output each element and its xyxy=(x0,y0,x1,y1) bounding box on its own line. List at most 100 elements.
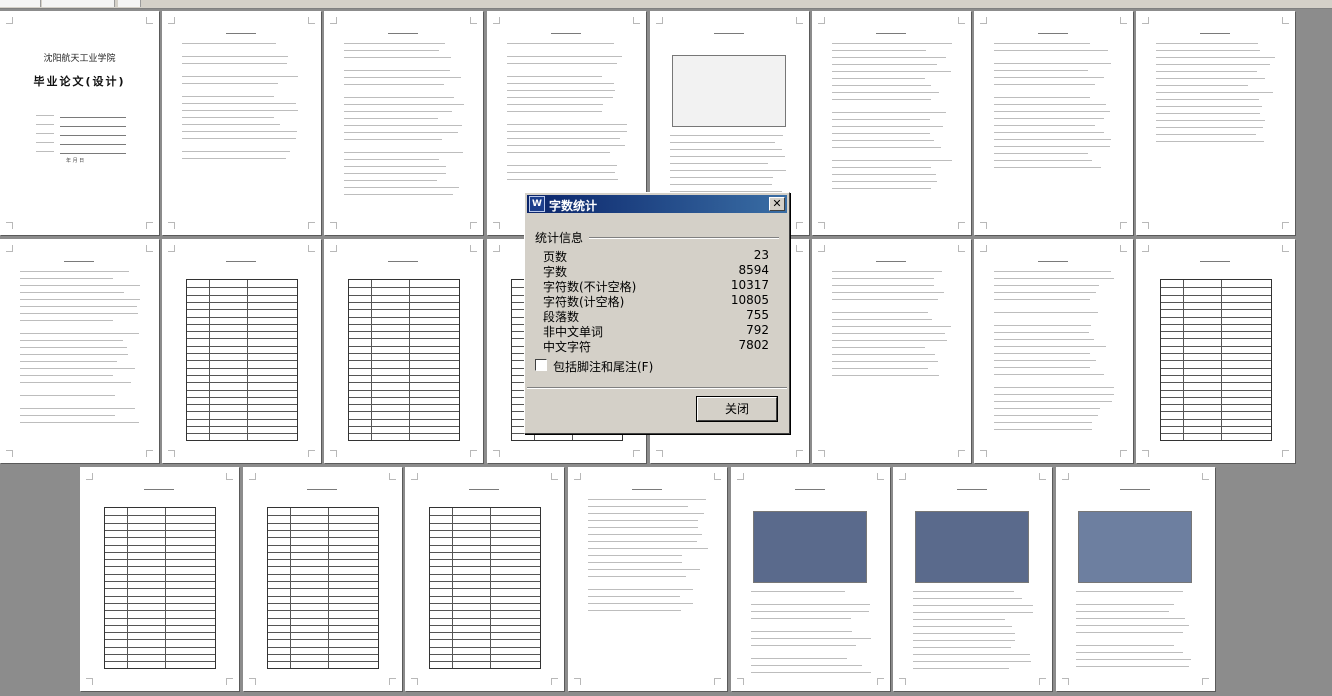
include-footnotes-checkbox[interactable] xyxy=(535,359,547,371)
page-corner-mark xyxy=(818,17,825,24)
stat-row-chinese-chars: 中文字符 7802 xyxy=(543,338,769,354)
document-page-thumbnail[interactable] xyxy=(1136,11,1295,235)
tab[interactable] xyxy=(42,0,115,7)
text-line xyxy=(507,124,627,125)
page-corner-mark xyxy=(493,450,500,457)
document-page-thumbnail[interactable] xyxy=(324,11,483,235)
page-corner-mark xyxy=(226,678,233,685)
text-line xyxy=(182,124,280,125)
document-page-thumbnail[interactable] xyxy=(812,11,971,235)
page-corner-mark xyxy=(308,245,315,252)
document-page-thumbnail[interactable] xyxy=(974,11,1133,235)
page-corner-mark xyxy=(411,473,418,480)
table-row-line xyxy=(430,529,540,531)
text-line xyxy=(994,285,1099,286)
dialog-title-bar[interactable]: W 字数统计 ✕ xyxy=(527,195,787,213)
close-icon[interactable]: ✕ xyxy=(769,197,785,211)
table-row-line xyxy=(430,624,540,626)
cover-field-label xyxy=(36,133,54,134)
include-footnotes-label[interactable]: 包括脚注和尾注(F) xyxy=(553,358,653,375)
window-top-strip xyxy=(0,0,1332,9)
page-figure xyxy=(1078,511,1192,583)
text-line xyxy=(20,375,113,376)
document-page-thumbnail[interactable] xyxy=(1136,239,1295,463)
table-row-line xyxy=(430,566,540,568)
page-corner-mark xyxy=(168,450,175,457)
table-row-line xyxy=(187,389,297,391)
table-col-line xyxy=(328,508,329,668)
table-row-line xyxy=(349,294,459,296)
word-count-dialog: W 字数统计 ✕ 统计信息 页数 23 字数 8594 字符数(不计空格) 10… xyxy=(524,192,790,434)
text-line xyxy=(1156,99,1259,100)
text-line xyxy=(913,626,1012,627)
table-row-line xyxy=(430,588,540,590)
text-line xyxy=(994,429,1092,430)
document-page-thumbnail[interactable] xyxy=(324,239,483,463)
table-row-line xyxy=(187,294,297,296)
text-line xyxy=(913,598,1022,599)
stat-row-pages: 页数 23 xyxy=(543,248,769,264)
page-corner-mark xyxy=(411,678,418,685)
text-line xyxy=(751,645,856,646)
text-line xyxy=(507,63,617,64)
text-line xyxy=(507,56,622,57)
document-page-thumbnail[interactable] xyxy=(812,239,971,463)
document-page-thumbnail[interactable]: 沈阳航天工业学院 毕业论文(设计) 年 月 日 xyxy=(0,11,159,235)
text-line xyxy=(507,138,620,139)
document-page-thumbnail[interactable] xyxy=(568,467,727,691)
page-corner-mark xyxy=(1062,473,1069,480)
table-row-line xyxy=(187,338,297,340)
page-corner-mark xyxy=(1039,473,1046,480)
tab[interactable] xyxy=(118,0,141,7)
document-page-thumbnail[interactable] xyxy=(731,467,890,691)
document-page-thumbnail[interactable] xyxy=(405,467,564,691)
page-corner-mark xyxy=(6,17,13,24)
table-row-line xyxy=(105,573,215,575)
table-row-line xyxy=(430,573,540,575)
page-figure xyxy=(672,55,786,127)
page-corner-mark xyxy=(574,678,581,685)
document-page-thumbnail[interactable] xyxy=(893,467,1052,691)
document-page-thumbnail[interactable] xyxy=(162,239,321,463)
page-corner-mark xyxy=(1142,245,1149,252)
table-row-line xyxy=(268,617,378,619)
text-line xyxy=(507,97,613,98)
tab[interactable] xyxy=(0,0,41,7)
table-row-line xyxy=(1161,287,1271,289)
table-row-line xyxy=(430,646,540,648)
text-line xyxy=(832,326,951,327)
document-page-thumbnail[interactable] xyxy=(80,467,239,691)
page-corner-mark xyxy=(1120,222,1127,229)
text-line xyxy=(344,50,439,51)
document-page-thumbnail[interactable] xyxy=(1056,467,1215,691)
table-row-line xyxy=(430,551,540,553)
document-page-thumbnail[interactable] xyxy=(243,467,402,691)
table-row-line xyxy=(430,661,540,663)
text-line xyxy=(832,347,925,348)
text-line xyxy=(344,70,450,71)
close-button[interactable]: 关闭 xyxy=(696,396,778,422)
stat-row-paragraphs: 段落数 755 xyxy=(543,308,769,324)
page-corner-mark xyxy=(877,473,884,480)
text-line xyxy=(182,43,276,44)
document-page-thumbnail[interactable] xyxy=(162,11,321,235)
text-line xyxy=(832,57,946,58)
text-line xyxy=(994,353,1090,354)
table-row-line xyxy=(105,646,215,648)
table-col-line xyxy=(209,280,210,440)
table-row-line xyxy=(268,661,378,663)
text-line xyxy=(507,90,615,91)
text-line xyxy=(913,612,1033,613)
table-row-line xyxy=(268,515,378,517)
page-table xyxy=(186,279,298,441)
document-page-thumbnail[interactable] xyxy=(974,239,1133,463)
table-row-line xyxy=(349,287,459,289)
document-page-thumbnail[interactable] xyxy=(0,239,159,463)
text-line xyxy=(344,187,459,188)
table-row-line xyxy=(105,610,215,612)
page-table xyxy=(1160,279,1272,441)
table-row-line xyxy=(187,418,297,420)
page-corner-mark xyxy=(86,473,93,480)
table-row-line xyxy=(105,544,215,546)
page-corner-mark xyxy=(308,17,315,24)
